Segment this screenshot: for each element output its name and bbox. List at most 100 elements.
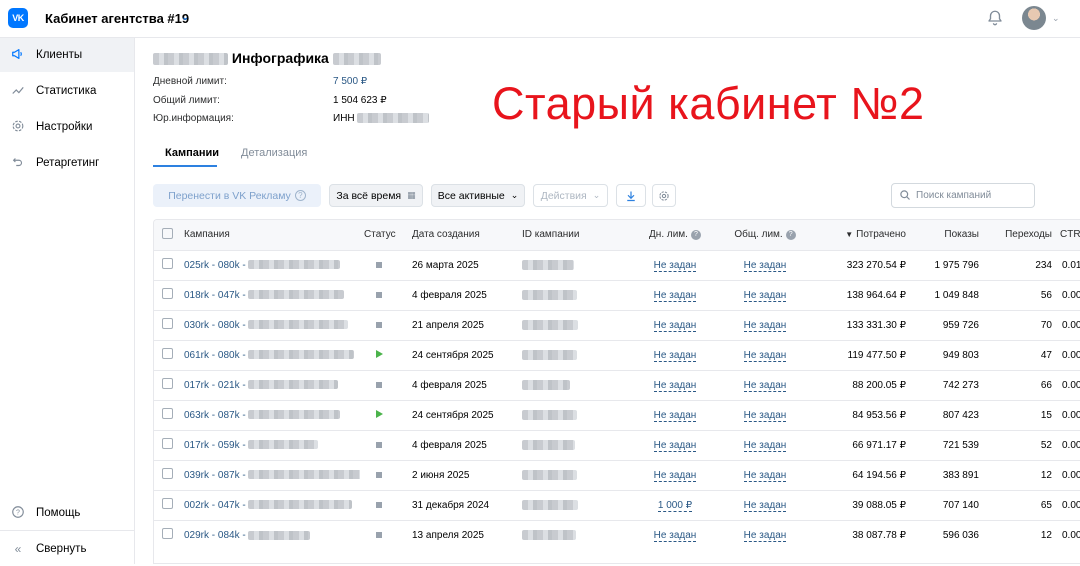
campaign-link[interactable]: 002rk - 047k -	[184, 500, 246, 511]
campaign-cell[interactable]: 039rk - 087k -	[180, 460, 360, 490]
campaign-link[interactable]: 025rk - 080k -	[184, 260, 246, 271]
stopped-status-icon[interactable]	[376, 441, 382, 448]
campaign-link[interactable]: 018rk - 047k -	[184, 290, 246, 301]
total-limit-value[interactable]: Не задан	[743, 499, 787, 512]
campaign-cell[interactable]: 002rk - 047k -	[180, 490, 360, 520]
period-select[interactable]: За всё время ▦	[329, 184, 423, 207]
row-checkbox[interactable]	[162, 528, 173, 540]
total-limit-value[interactable]: Не задан	[743, 379, 787, 392]
col-impressions[interactable]: Показы	[910, 220, 983, 250]
col-spent[interactable]: ▼ Потрачено	[810, 220, 910, 250]
day-limit-value[interactable]: Не задан	[653, 379, 697, 392]
campaign-cell[interactable]: 063rk - 087k -	[180, 400, 360, 430]
total-limit-value[interactable]: Не задан	[743, 439, 787, 452]
campaign-link[interactable]: 030rk - 080k -	[184, 320, 246, 331]
sidebar-item-help[interactable]: ? Помощь	[0, 496, 134, 530]
running-status-icon[interactable]	[376, 349, 383, 358]
question-icon[interactable]: ?	[785, 229, 796, 240]
table-row[interactable]: 002rk - 047k - 31 декабря 2024 1 000 ₽ Не …	[154, 490, 1080, 520]
stopped-status-icon[interactable]	[376, 321, 382, 328]
campaign-cell[interactable]: 030rk - 080k -	[180, 310, 360, 340]
download-button[interactable]	[616, 184, 646, 207]
campaign-link[interactable]: 039rk - 087k -	[184, 470, 246, 481]
table-row[interactable]: 025rk - 080k - 26 марта 2025 Не задан Не з…	[154, 250, 1080, 280]
row-checkbox[interactable]	[162, 378, 173, 389]
campaign-cell[interactable]: 025rk - 080k -	[180, 250, 360, 280]
tab-campaigns[interactable]: Кампании	[165, 147, 219, 159]
table-row[interactable]: 029rk - 084k - 13 апреля 2025 Не задан Не …	[154, 520, 1080, 550]
move-to-vk-ads-button[interactable]: Перенести в VK Рекламу ?	[153, 184, 321, 207]
stopped-status-icon[interactable]	[376, 501, 382, 508]
avatar[interactable]	[1022, 6, 1046, 30]
total-limit-value[interactable]: Не задан	[743, 319, 787, 332]
campaign-cell[interactable]: 017rk - 021k -	[180, 370, 360, 400]
chevron-down-icon[interactable]: ⌄	[1052, 13, 1060, 24]
day-limit-value[interactable]: Не задан	[653, 469, 697, 482]
sidebar-item-settings[interactable]: Настройки	[0, 110, 134, 144]
col-total-limit[interactable]: Общ. лим.?	[720, 220, 810, 250]
table-row[interactable]: 018rk - 047k - 4 февраля 2025 Не задан Не …	[154, 280, 1080, 310]
stopped-status-icon[interactable]	[376, 261, 382, 268]
total-limit-value[interactable]: Не задан	[743, 469, 787, 482]
table-row[interactable]: 017rk - 021k - 4 февраля 2025 Не задан Не …	[154, 370, 1080, 400]
total-limit-value[interactable]: Не задан	[743, 529, 787, 542]
day-limit-value[interactable]: Не задан	[653, 439, 697, 452]
status-filter-select[interactable]: Все активные ⌄	[431, 184, 525, 207]
cabinet-title[interactable]: Кабинет агентства #19	[45, 11, 189, 26]
select-all-checkbox[interactable]	[162, 227, 173, 239]
row-checkbox[interactable]	[162, 468, 173, 479]
col-id[interactable]: ID кампании	[518, 220, 630, 250]
question-icon[interactable]: ?	[690, 229, 701, 240]
campaign-link[interactable]: 029rk - 084k -	[184, 530, 246, 541]
row-checkbox[interactable]	[162, 288, 173, 299]
campaign-cell[interactable]: 018rk - 047k -	[180, 280, 360, 310]
table-row[interactable]: 017rk - 059k - 4 февраля 2025 Не задан Не …	[154, 430, 1080, 460]
table-row[interactable]: 030rk - 080k - 21 апреля 2025 Не задан Не …	[154, 310, 1080, 340]
stopped-status-icon[interactable]	[376, 381, 382, 388]
row-checkbox[interactable]	[162, 408, 173, 419]
total-limit-value[interactable]: Не задан	[743, 289, 787, 302]
day-limit-value[interactable]: Не задан	[653, 529, 697, 542]
row-checkbox[interactable]	[162, 438, 173, 449]
chevron-down-icon[interactable]: ⌄	[181, 12, 189, 23]
row-checkbox[interactable]	[162, 258, 173, 269]
campaign-link[interactable]: 017rk - 021k -	[184, 380, 246, 391]
day-limit-value[interactable]: Не задан	[653, 349, 697, 362]
sidebar-collapse-button[interactable]: « Свернуть	[0, 532, 134, 566]
sidebar-item-clients[interactable]: Клиенты	[0, 38, 134, 72]
row-checkbox[interactable]	[162, 348, 173, 359]
question-icon[interactable]: ?	[294, 190, 306, 201]
day-limit-value[interactable]: Не задан	[653, 289, 697, 302]
search-input[interactable]: Поиск кампаний	[891, 183, 1035, 208]
table-row[interactable]: 061rk - 080k - 24 сентября 2025 Не задан Н…	[154, 340, 1080, 370]
table-row[interactable]: 039rk - 087k - 2 июня 2025 Не задан Не зад…	[154, 460, 1080, 490]
campaign-cell[interactable]: 061rk - 080k -	[180, 340, 360, 370]
bell-icon[interactable]	[986, 9, 1004, 27]
sidebar-item-retargeting[interactable]: Ретаргетинг	[0, 146, 134, 180]
col-campaign[interactable]: Кампания	[180, 220, 360, 250]
row-checkbox[interactable]	[162, 498, 173, 509]
table-row[interactable]: 063rk - 087k - 24 сентября 2025 Не задан Н…	[154, 400, 1080, 430]
day-limit-value[interactable]: Не задан	[653, 319, 697, 332]
actions-select[interactable]: Действия ⌄	[533, 184, 608, 207]
col-created[interactable]: Дата создания	[408, 220, 518, 250]
table-settings-button[interactable]	[652, 184, 676, 207]
tab-details[interactable]: Детализация	[241, 147, 307, 159]
campaign-cell[interactable]: 017rk - 059k -	[180, 430, 360, 460]
row-checkbox[interactable]	[162, 318, 173, 329]
day-limit-value[interactable]: Не задан	[653, 409, 697, 422]
day-limit-value[interactable]: 1 000 ₽	[657, 499, 693, 512]
col-status[interactable]: Статус	[360, 220, 408, 250]
total-limit-value[interactable]: Не задан	[743, 349, 787, 362]
stopped-status-icon[interactable]	[376, 471, 382, 478]
campaign-cell[interactable]: 029rk - 084k -	[180, 520, 360, 550]
stopped-status-icon[interactable]	[376, 291, 382, 298]
stopped-status-icon[interactable]	[376, 531, 382, 538]
day-limit-value[interactable]: Не задан	[653, 259, 697, 272]
sidebar-item-statistics[interactable]: Статистика	[0, 74, 134, 108]
campaign-link[interactable]: 063rk - 087k -	[184, 410, 246, 421]
daily-limit-value[interactable]: 7 500 ₽	[333, 76, 367, 87]
vk-logo[interactable]: VK	[8, 8, 28, 28]
campaign-link[interactable]: 061rk - 080k -	[184, 350, 246, 361]
running-status-icon[interactable]	[376, 409, 383, 418]
